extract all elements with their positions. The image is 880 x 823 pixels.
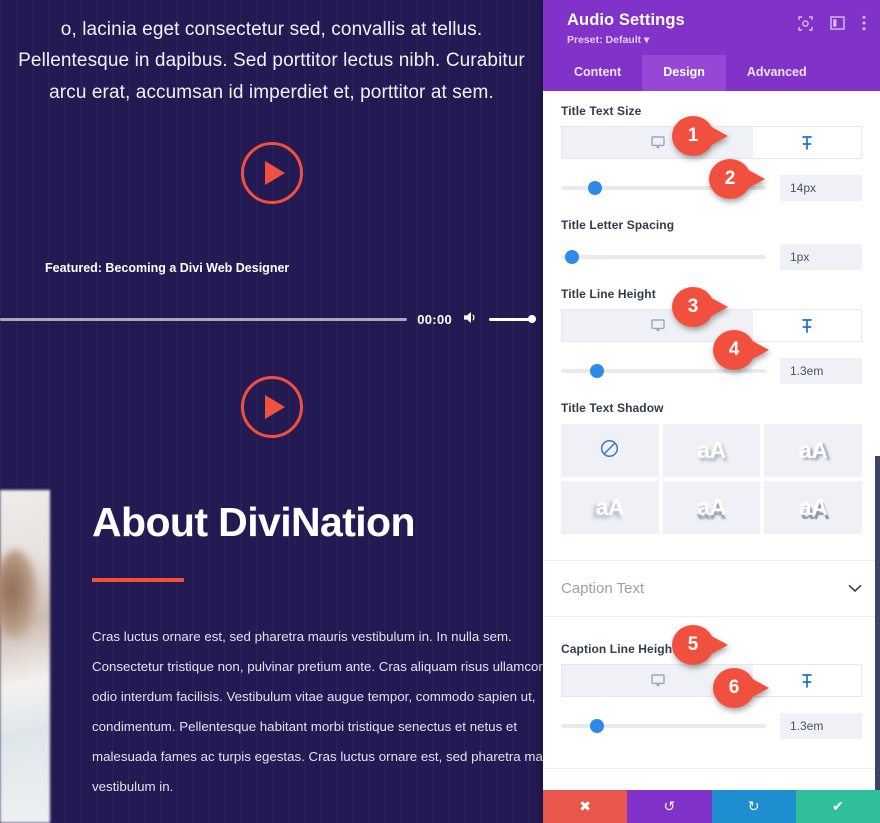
about-section: About DiviNation Cras luctus ornare est,… — [92, 499, 543, 823]
play-triangle-secondary — [264, 395, 285, 420]
pin-icon[interactable] — [753, 310, 861, 341]
annotation-badge-4: 4 — [713, 330, 769, 370]
featured-track-label: Featured: Becoming a Divi Web Designer — [45, 261, 290, 276]
panel-scrollbar[interactable] — [875, 456, 880, 790]
audio-description-text: o, lacinia eget consectetur sed, convall… — [18, 19, 525, 103]
about-body-text: Cras luctus ornare est, sed pharetra mau… — [92, 629, 543, 794]
title-divider — [92, 578, 184, 583]
pin-icon[interactable] — [753, 127, 861, 158]
annotation-badge-1: 1 — [672, 116, 728, 156]
field-title-letter-spacing: Title Letter Spacing 1px — [543, 205, 880, 274]
shadow-option-4[interactable]: aA — [561, 481, 659, 534]
panel-tabs: Content Design Advanced — [543, 55, 880, 91]
volume-knob[interactable] — [528, 315, 536, 324]
value-title-text-size[interactable]: 14px — [780, 175, 862, 201]
panel-header-icons — [798, 11, 866, 31]
chevron-down-icon — [848, 789, 862, 790]
redo-button[interactable]: ↻ — [711, 790, 796, 823]
slider-knob[interactable] — [565, 250, 580, 264]
responsive-bar-caption-line-height[interactable] — [561, 664, 862, 697]
panel-header: Audio Settings Preset: Default ▾ — [543, 0, 880, 55]
slider-row-caption-line-height: 1.3em — [561, 697, 862, 743]
badge-number: 3 — [687, 296, 699, 317]
undo-button[interactable]: ↺ — [627, 790, 712, 823]
play-triangle — [264, 161, 285, 186]
field-title-text-shadow: Title Text Shadow aA aA aA aA aA — [543, 388, 880, 534]
section-box-shadow[interactable]: Box Shadow — [543, 768, 880, 790]
about-section-image — [0, 490, 50, 823]
more-options-icon[interactable] — [862, 15, 866, 31]
volume-icon[interactable] — [462, 310, 479, 328]
section-caption-text[interactable]: Caption Text — [543, 560, 880, 617]
badge-number: 6 — [728, 677, 740, 698]
annotation-badge-3: 3 — [672, 287, 728, 327]
slider-knob[interactable] — [589, 719, 604, 733]
panel-title: Audio Settings — [567, 11, 685, 29]
volume-slider[interactable] — [489, 315, 536, 324]
time-display: 00:00 — [417, 311, 452, 327]
shadow-option-3[interactable]: aA — [764, 424, 862, 477]
slider-row-title-line-height: 1.3em — [561, 342, 862, 388]
value-caption-line-height[interactable]: 1.3em — [780, 713, 862, 739]
badge-number: 1 — [687, 125, 699, 146]
play-button-bottom[interactable] — [0, 376, 543, 439]
play-icon-secondary[interactable] — [240, 376, 303, 439]
shadow-option-none[interactable] — [561, 424, 659, 477]
audio-player-bar[interactable]: 00:00 — [0, 310, 543, 328]
slider-knob[interactable] — [587, 181, 602, 195]
tab-design[interactable]: Design — [642, 55, 726, 91]
label-title-letter-spacing: Title Letter Spacing — [561, 218, 675, 232]
badge-number: 4 — [728, 339, 740, 360]
about-title: About DiviNation — [92, 499, 416, 545]
cancel-button[interactable]: ✖ — [543, 790, 628, 823]
annotation-badge-5: 5 — [672, 625, 728, 665]
tab-content[interactable]: Content — [553, 55, 642, 91]
shadow-option-2[interactable]: aA — [662, 424, 761, 477]
slider-row-title-letter-spacing: 1px — [561, 240, 862, 274]
play-button-top[interactable] — [0, 142, 543, 205]
caret-down-icon: ▾ — [644, 34, 650, 46]
layout-icon[interactable] — [830, 16, 845, 30]
progress-bar[interactable] — [0, 317, 408, 321]
badge-number: 2 — [724, 168, 736, 189]
pin-icon[interactable] — [753, 665, 861, 696]
no-shadow-icon — [600, 439, 619, 462]
text-shadow-options: aA aA aA aA aA — [561, 424, 862, 534]
slider-knob[interactable] — [589, 364, 604, 378]
panel-preset-selector[interactable]: Preset: Default ▾ — [567, 34, 685, 46]
save-button[interactable]: ✔ — [795, 790, 880, 823]
annotation-badge-6: 6 — [713, 668, 769, 708]
value-title-line-height[interactable]: 1.3em — [780, 358, 862, 384]
page-preview: o, lacinia eget consectetur sed, convall… — [0, 0, 543, 823]
chevron-down-icon — [848, 581, 862, 596]
value-title-letter-spacing[interactable]: 1px — [780, 244, 862, 270]
box-shadow-label: Box Shadow — [561, 788, 645, 790]
caption-text-label: Caption Text — [561, 580, 645, 597]
slider-title-letter-spacing[interactable] — [561, 250, 766, 264]
shadow-option-5[interactable]: aA — [662, 481, 761, 534]
badge-number: 5 — [687, 634, 699, 655]
preset-label: Preset: Default — [567, 34, 642, 46]
shadow-option-6[interactable]: aA — [764, 481, 862, 534]
slider-caption-line-height[interactable] — [561, 719, 766, 733]
label-title-text-shadow: Title Text Shadow — [561, 401, 664, 415]
panel-footer: ✖ ↺ ↻ ✔ — [543, 790, 880, 823]
focus-icon[interactable] — [798, 15, 813, 31]
play-icon[interactable] — [240, 142, 303, 205]
annotation-badge-2: 2 — [709, 159, 765, 199]
tab-advanced[interactable]: Advanced — [726, 55, 828, 91]
